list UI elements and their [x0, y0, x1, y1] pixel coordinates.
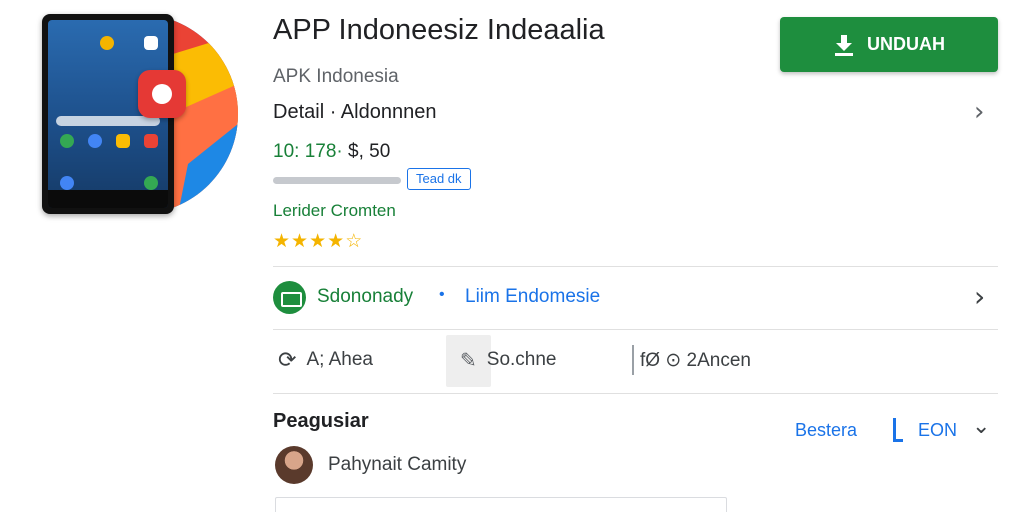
- store-icon: [273, 281, 306, 314]
- avatar[interactable]: [275, 446, 313, 484]
- stat-label: fØ ⊙ 2Ancen: [640, 349, 751, 371]
- star-filled-icon: ★: [327, 230, 346, 252]
- stat-separator: [632, 345, 634, 375]
- stat-item-refresh[interactable]: ⟳ A; Ahea: [278, 345, 373, 375]
- chevron-down-icon[interactable]: ⌄: [972, 414, 990, 439]
- price-value: $, 50: [348, 141, 391, 162]
- app-icon: [88, 134, 102, 148]
- divider: [273, 393, 998, 394]
- progress-fill: [273, 177, 401, 184]
- phone-search-bar: [56, 116, 160, 126]
- rating-stars: ★★★★☆: [273, 230, 363, 252]
- install-button[interactable]: UNDUAH: [780, 17, 998, 72]
- install-label: UNDUAH: [867, 34, 945, 54]
- chrome-icon: [60, 134, 74, 148]
- star-filled-icon: ★: [273, 230, 292, 252]
- star-filled-icon: ★: [291, 230, 310, 252]
- app-category[interactable]: Lerider Cromten: [273, 201, 396, 221]
- review-input-field[interactable]: [275, 497, 727, 512]
- divider: [273, 266, 998, 267]
- price-info: 10: 178· $, 50: [273, 141, 390, 163]
- language-icon: [893, 418, 903, 442]
- publisher-row[interactable]: Sdononady • Liim Endomesie ›: [273, 278, 998, 318]
- publisher-region[interactable]: Liim Endomesie: [465, 286, 600, 308]
- app-icon: [144, 134, 158, 148]
- stat-item-edit[interactable]: ✎ So.chne: [460, 345, 557, 375]
- phone-nav-bar: [48, 190, 168, 208]
- phone-icon: [60, 176, 74, 190]
- chevron-right-icon[interactable]: ›: [974, 280, 985, 313]
- download-icon: [835, 34, 853, 56]
- star-outline-icon: ☆: [345, 230, 364, 252]
- section-link[interactable]: Bestera: [795, 420, 857, 441]
- app-title: APP Indoneesiz Indeaalia: [273, 14, 605, 46]
- app-icon: [116, 134, 130, 148]
- app-icon: [144, 176, 158, 190]
- separator-dot: •: [439, 286, 445, 303]
- divider: [273, 329, 998, 330]
- developer-name[interactable]: APK Indonesia: [273, 66, 399, 88]
- stat-label: A; Ahea: [306, 349, 373, 370]
- stat-label: So.chne: [486, 349, 557, 370]
- app-icon: [144, 36, 158, 50]
- star-filled-icon: ★: [309, 230, 328, 252]
- edit-icon: ✎: [460, 348, 477, 372]
- price-highlight: 10: 178·: [273, 141, 343, 162]
- section-title: Peagusiar: [273, 410, 369, 432]
- language-selector[interactable]: EON: [918, 420, 957, 441]
- chevron-right-icon[interactable]: ›: [974, 97, 984, 127]
- review-author: Pahynait Camity: [328, 454, 467, 475]
- app-icon: [100, 36, 114, 50]
- refresh-icon: ⟳: [278, 347, 297, 373]
- progress-bar: [273, 177, 401, 184]
- app-logo-icon: [138, 70, 186, 118]
- app-hero-image: [38, 14, 238, 216]
- publisher-name[interactable]: Sdononady: [317, 286, 413, 308]
- stat-item-timer[interactable]: fØ ⊙ 2Ancen: [640, 345, 751, 375]
- read-more-chip[interactable]: Tead dk: [407, 168, 471, 190]
- detail-label: Detail · Aldonnnen: [273, 101, 437, 123]
